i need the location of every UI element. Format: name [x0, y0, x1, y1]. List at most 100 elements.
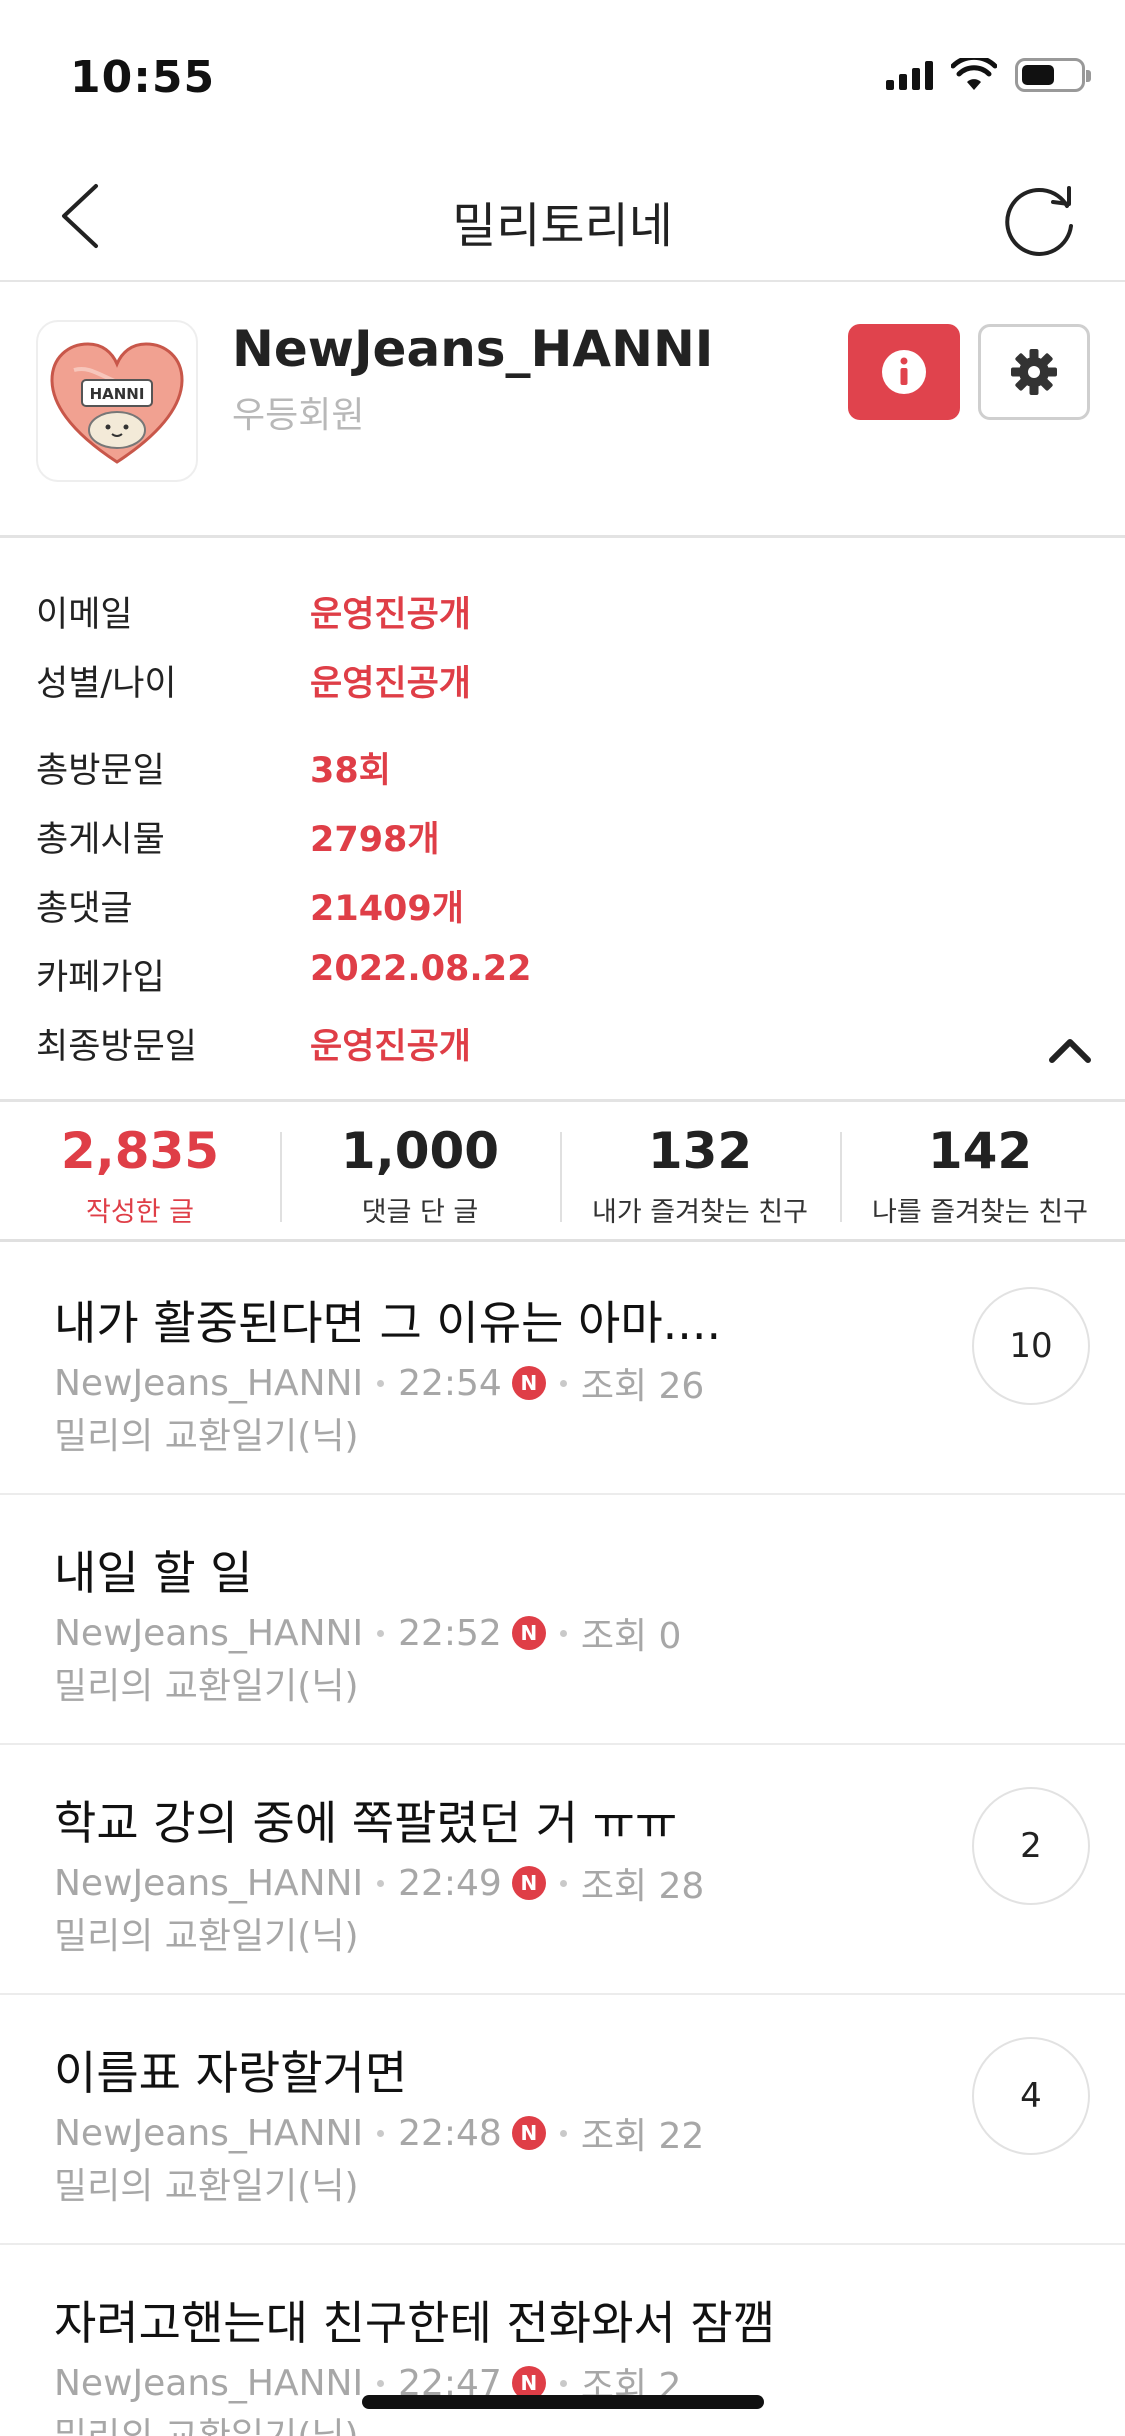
info-value: 2022.08.22: [310, 949, 532, 989]
post-board: 밀리의 교환일기(닉): [54, 1416, 359, 1457]
stat-label: 내가 즐겨찾는 친구: [592, 1197, 808, 1228]
info-value: 운영진공개: [310, 595, 472, 635]
chevron-up-icon[interactable]: [1040, 1020, 1100, 1080]
list-item[interactable]: 내일 할 일 NewJeans_HANNI 22:52 N 조회 0 밀리의 교환일기…: [0, 1495, 1125, 1745]
stat-value: 2,835: [60, 1122, 220, 1180]
separator-dot: [377, 1879, 385, 1887]
post-author: NewJeans_HANNI: [54, 2362, 364, 2404]
post-title[interactable]: 내가 활중된다면 그 이유는 아마....: [54, 1287, 721, 1353]
post-title[interactable]: 이름표 자랑할거면: [54, 2037, 407, 2103]
stat-label: 댓글 단 글: [361, 1197, 479, 1228]
home-indicator: [362, 2395, 764, 2409]
refresh-icon[interactable]: [995, 176, 1085, 266]
post-time: 22:48: [398, 2112, 502, 2154]
post-meta: NewJeans_HANNI 22:54 N 조회 26: [54, 1357, 704, 1409]
heart-avatar-icon: HANNI: [50, 342, 184, 464]
post-list: 내가 활중된다면 그 이유는 아마.... NewJeans_HANNI 22:5…: [0, 1245, 1125, 2436]
stat-value: 1,000: [340, 1122, 500, 1180]
info-row-posts: 총게시물 2798개: [36, 811, 1036, 867]
post-title[interactable]: 내일 할 일: [54, 1537, 253, 1603]
info-label: 최종방문일: [36, 1027, 198, 1067]
separator-dot: [559, 1629, 567, 1637]
info-value: 2798개: [310, 820, 440, 860]
new-badge: N: [511, 2116, 546, 2150]
post-board: 밀리의 교환일기(닉): [54, 2166, 359, 2207]
info-label: 총게시물: [36, 820, 165, 860]
status-icons: [886, 58, 1091, 92]
comment-count[interactable]: 2: [972, 1787, 1090, 1905]
member-info-button[interactable]: [848, 324, 960, 420]
info-row-joined: 카페가입 2022.08.22: [36, 949, 1036, 1005]
info-row-comments: 총댓글 21409개: [36, 880, 1036, 936]
post-board: 밀리의 교환일기(닉): [54, 1666, 359, 1707]
info-label: 이메일: [36, 595, 133, 635]
battery-icon: [1015, 58, 1091, 92]
new-badge: N: [511, 1366, 546, 1400]
info-value: 운영진공개: [310, 664, 472, 704]
post-author: NewJeans_HANNI: [54, 1862, 364, 1904]
stat-written-posts[interactable]: 2,835 작성한 글: [0, 1104, 280, 1239]
stat-follower-friends[interactable]: 142 나를 즐겨찾는 친구: [840, 1104, 1120, 1239]
post-title[interactable]: 자려고핸는대 친구한테 전화와서 잠깸: [54, 2287, 775, 2353]
info-label: 총방문일: [36, 751, 165, 791]
info-icon: [882, 350, 926, 394]
separator-dot: [559, 1879, 567, 1887]
info-value: 38회: [310, 751, 391, 791]
post-views: 조회 0: [580, 1616, 682, 1657]
info-label: 카페가입: [36, 958, 165, 998]
list-item[interactable]: 이름표 자랑할거면 NewJeans_HANNI 22:48 N 조회 22 밀리의 …: [0, 1995, 1125, 2245]
stat-commented-posts[interactable]: 1,000 댓글 단 글: [280, 1104, 560, 1239]
post-board: 밀리의 교환일기(닉): [54, 1916, 359, 1957]
avatar-text: HANNI: [90, 385, 145, 403]
list-item[interactable]: 내가 활중된다면 그 이유는 아마.... NewJeans_HANNI 22:5…: [0, 1245, 1125, 1495]
post-views: 조회 22: [580, 2116, 705, 2157]
new-badge: N: [511, 1866, 546, 1900]
separator-dot: [377, 2129, 385, 2137]
post-meta: NewJeans_HANNI 22:52 N 조회 0: [54, 1607, 681, 1659]
stat-following-friends[interactable]: 132 내가 즐겨찾는 친구: [560, 1104, 840, 1239]
post-title[interactable]: 학교 강의 중에 쪽팔렸던 거 ㅠㅠ: [54, 1787, 677, 1853]
post-meta: NewJeans_HANNI 22:48 N 조회 22: [54, 2107, 704, 2159]
separator-dot: [377, 2379, 385, 2387]
info-value: 21409개: [310, 889, 464, 929]
cellular-signal-icon: [886, 60, 933, 90]
post-author: NewJeans_HANNI: [54, 1612, 364, 1654]
separator-dot: [377, 1379, 385, 1387]
stat-label: 작성한 글: [86, 1197, 194, 1228]
new-badge: N: [511, 1616, 546, 1650]
separator-dot: [559, 1379, 567, 1387]
stat-value: 132: [647, 1122, 753, 1180]
status-time: 10:55: [70, 52, 216, 103]
post-author: NewJeans_HANNI: [54, 2112, 364, 2154]
profile-name: NewJeans_HANNI: [232, 320, 714, 378]
post-views: 조회 26: [580, 1366, 705, 1407]
separator-dot: [559, 2379, 567, 2387]
info-row-last-visit: 최종방문일 운영진공개: [36, 1018, 1036, 1074]
post-board: 밀리의 교환일기(닉): [54, 2407, 359, 2436]
wifi-icon: [951, 58, 997, 90]
separator-dot: [559, 2129, 567, 2137]
post-time: 22:52: [398, 1612, 502, 1654]
post-meta: NewJeans_HANNI 22:49 N 조회 28: [54, 1857, 704, 1909]
avatar[interactable]: HANNI: [36, 320, 198, 482]
info-row-gender-age: 성별/나이 운영진공개: [36, 655, 1036, 711]
profile-header: HANNI NewJeans_HANNI 우등회원: [0, 284, 1125, 538]
gear-icon: [1011, 349, 1057, 395]
post-time: 22:49: [398, 1862, 502, 1904]
settings-button[interactable]: [978, 324, 1090, 420]
stat-value: 142: [927, 1122, 1033, 1180]
list-item[interactable]: 학교 강의 중에 쪽팔렸던 거 ㅠㅠ NewJeans_HANNI 22:49 N 조…: [0, 1745, 1125, 1995]
comment-count[interactable]: 4: [972, 2037, 1090, 2155]
activity-stats: 2,835 작성한 글 1,000 댓글 단 글 132 내가 즐겨찾는 친구 …: [0, 1104, 1125, 1242]
post-author: NewJeans_HANNI: [54, 1362, 364, 1404]
info-row-email: 이메일 운영진공개: [36, 586, 1036, 642]
post-time: 22:54: [398, 1362, 502, 1404]
separator-dot: [377, 1629, 385, 1637]
comment-count[interactable]: 10: [972, 1287, 1090, 1405]
info-row-visits: 총방문일 38회: [36, 742, 1036, 798]
member-info-section: 이메일 운영진공개 성별/나이 운영진공개 총방문일 38회 총게시물 2798…: [0, 540, 1125, 1102]
member-grade: 우등회원: [232, 395, 365, 436]
info-value: 운영진공개: [310, 1027, 472, 1067]
info-label: 성별/나이: [36, 664, 177, 704]
page-title: 밀리토리네: [452, 198, 673, 254]
